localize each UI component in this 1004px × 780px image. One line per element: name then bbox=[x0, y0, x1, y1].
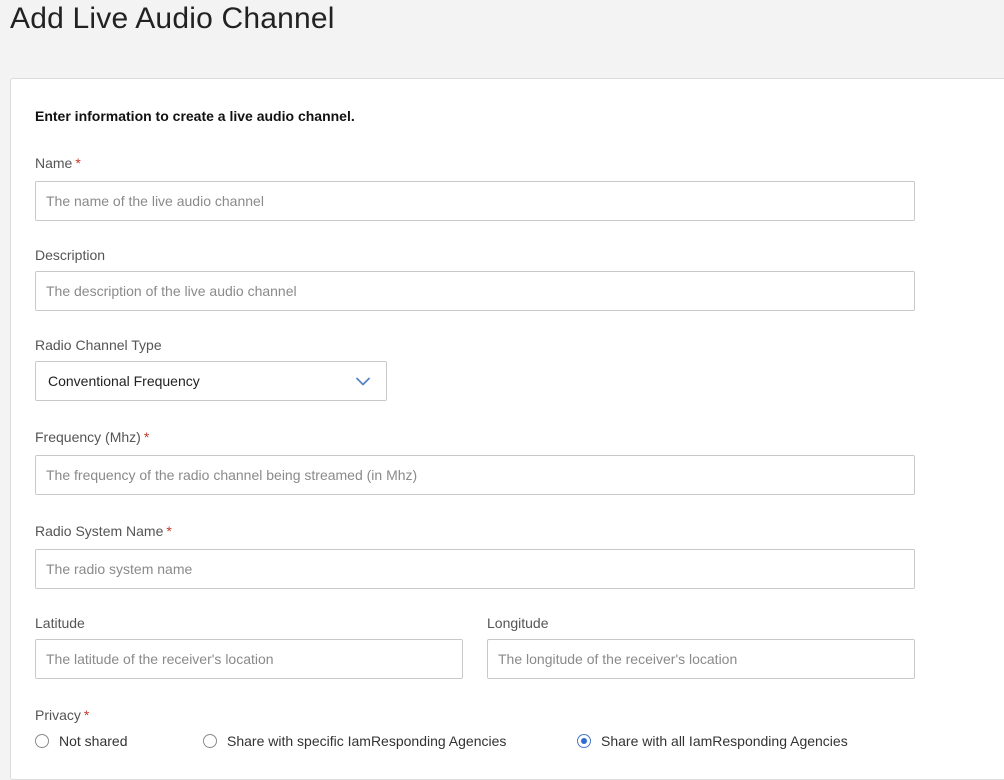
privacy-option-label: Share with all IamResponding Agencies bbox=[601, 733, 848, 749]
privacy-option-share-specific[interactable]: Share with specific IamResponding Agenci… bbox=[203, 733, 506, 749]
privacy-option-not-shared[interactable]: Not shared bbox=[35, 733, 127, 749]
name-input[interactable] bbox=[35, 181, 915, 221]
radio-channel-type-select[interactable]: Conventional Frequency bbox=[35, 361, 387, 401]
radio-system-name-label-row: Radio System Name * bbox=[35, 523, 172, 539]
privacy-option-label: Share with specific IamResponding Agenci… bbox=[227, 733, 507, 749]
required-indicator: * bbox=[166, 523, 172, 539]
radio-channel-type-value: Conventional Frequency bbox=[48, 373, 200, 389]
latitude-label: Latitude bbox=[35, 615, 85, 631]
frequency-label: Frequency (Mhz) bbox=[35, 429, 141, 445]
name-label: Name bbox=[35, 155, 73, 171]
frequency-input[interactable] bbox=[35, 455, 915, 495]
radio-button[interactable] bbox=[203, 734, 217, 748]
privacy-option-label: Not shared bbox=[59, 733, 128, 749]
longitude-label: Longitude bbox=[487, 615, 549, 631]
radio-system-name-label: Radio System Name bbox=[35, 523, 164, 539]
radio-button-selected[interactable] bbox=[577, 734, 591, 748]
required-indicator: * bbox=[143, 429, 150, 445]
radio-system-name-input[interactable] bbox=[35, 549, 915, 589]
description-input[interactable] bbox=[35, 271, 915, 311]
privacy-label: Privacy bbox=[35, 707, 81, 723]
radio-channel-type-label: Radio Channel Type bbox=[35, 337, 162, 353]
required-indicator: * bbox=[75, 155, 81, 171]
privacy-radio-group: Not shared Share with specific IamRespon… bbox=[35, 732, 935, 752]
chevron-down-icon bbox=[356, 377, 370, 385]
name-label-row: Name * bbox=[35, 155, 81, 171]
longitude-input[interactable] bbox=[487, 639, 915, 679]
required-indicator: * bbox=[83, 707, 90, 723]
radio-button[interactable] bbox=[35, 734, 49, 748]
latitude-input[interactable] bbox=[35, 639, 463, 679]
frequency-label-row: Frequency (Mhz) * bbox=[35, 429, 149, 445]
description-label: Description bbox=[35, 247, 106, 263]
privacy-label-row: Privacy * bbox=[35, 707, 89, 723]
page-title: Add Live Audio Channel bbox=[10, 2, 335, 35]
privacy-option-share-all[interactable]: Share with all IamResponding Agencies bbox=[577, 733, 848, 749]
form-intro: Enter information to create a live audio… bbox=[35, 108, 355, 124]
